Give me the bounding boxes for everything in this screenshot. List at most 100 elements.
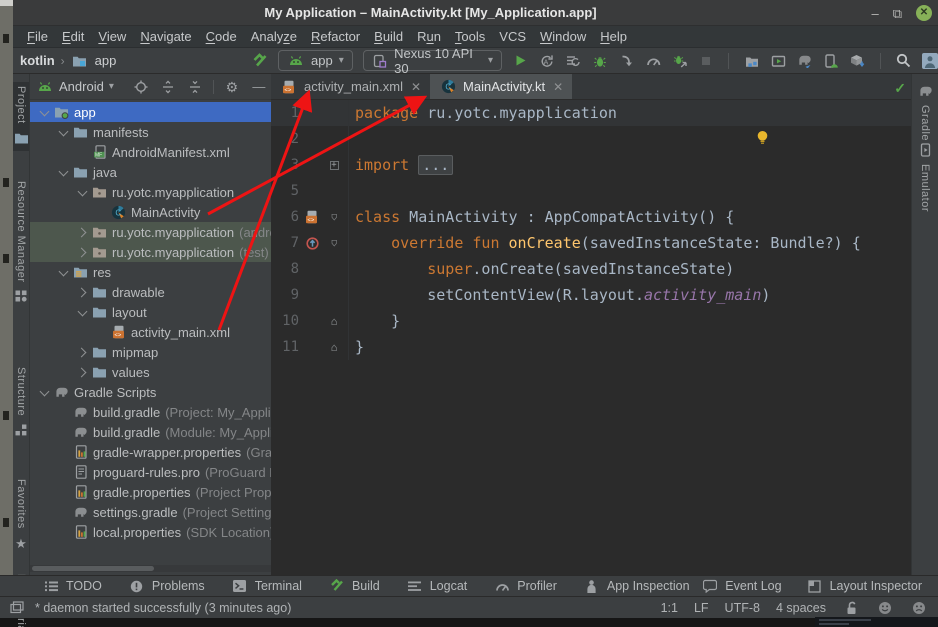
project-horizontal-scrollbar[interactable] — [30, 565, 271, 572]
tree-item[interactable]: ru.yotc.myapplication(test) — [30, 242, 271, 262]
profile-debuggable-button[interactable] — [671, 52, 688, 70]
search-everywhere-button[interactable] — [895, 52, 912, 70]
tool-stripe-emulator[interactable]: Emulator — [912, 141, 938, 212]
tree-item[interactable]: settings.gradle(Project Settings) — [30, 502, 271, 522]
xml-file-gutter-icon[interactable]: <> — [299, 210, 325, 224]
tree-collapse-chevron-icon[interactable] — [76, 186, 89, 199]
tree-item[interactable]: gradle-wrapper.properties(Gradle Version… — [30, 442, 271, 462]
menu-view[interactable]: View — [91, 29, 133, 44]
tree-item[interactable]: build.gradle(Project: My_Application) — [30, 402, 271, 422]
menu-tools[interactable]: Tools — [448, 29, 492, 44]
tree-item[interactable]: gradle.properties(Project Properties) — [30, 482, 271, 502]
editor-gutter[interactable]: 6<>⌂ — [271, 204, 349, 230]
tree-collapse-chevron-icon[interactable] — [38, 386, 51, 399]
device-selector-dropdown[interactable]: Nexus 10 API 30▾ — [363, 50, 502, 71]
line-separator[interactable]: LF — [694, 601, 709, 615]
menu-refactor[interactable]: Refactor — [304, 29, 367, 44]
tree-item[interactable]: drawable — [30, 282, 271, 302]
tree-item[interactable]: CMainActivity — [30, 202, 271, 222]
tool-stripe-resource-manager[interactable]: Resource Manager — [13, 181, 29, 306]
tool-button-build[interactable]: Build — [328, 577, 380, 595]
tree-collapse-chevron-icon[interactable] — [57, 126, 70, 139]
menu-file[interactable]: File — [20, 29, 55, 44]
tree-item[interactable]: values — [30, 362, 271, 382]
editor-tab-MainActivity-kt[interactable]: CMainActivity.kt✕ — [430, 74, 572, 99]
fold-marker[interactable]: ⌂ — [325, 211, 343, 224]
sad-face-icon[interactable] — [910, 599, 928, 617]
editor-gutter[interactable]: 11⌂ — [271, 334, 349, 360]
tree-collapse-chevron-icon[interactable] — [57, 266, 70, 279]
override-method-gutter-icon[interactable] — [299, 237, 325, 250]
tree-collapse-chevron-icon[interactable] — [57, 166, 70, 179]
tree-expand-chevron-icon[interactable] — [76, 246, 89, 259]
happy-face-icon[interactable] — [876, 599, 894, 617]
tool-button-logcat[interactable]: Logcat — [406, 577, 468, 595]
close-button[interactable]: ✕ — [916, 5, 932, 21]
tool-button-event-log[interactable]: Event Log — [701, 577, 781, 595]
running-devices-button[interactable] — [770, 52, 787, 70]
editor-gutter[interactable]: 3+ — [271, 152, 349, 178]
device-manager-button[interactable] — [823, 52, 840, 70]
tree-item[interactable]: local.properties(SDK Location) — [30, 522, 271, 542]
restore-button[interactable]: ⧉ — [893, 7, 902, 20]
editor-gutter[interactable]: 7⌂ — [271, 230, 349, 256]
file-encoding[interactable]: UTF-8 — [725, 601, 760, 615]
apply-changes-restart-activity-button[interactable]: A — [539, 52, 556, 70]
tool-button-problems[interactable]: Problems — [128, 577, 205, 595]
run-button[interactable] — [512, 52, 529, 70]
editor-gutter[interactable]: 5 — [271, 178, 349, 204]
locate-icon[interactable] — [132, 78, 150, 96]
menu-analyze[interactable]: Analyze — [244, 29, 304, 44]
profile-avatar-button[interactable] — [922, 52, 938, 70]
stop-button[interactable] — [698, 52, 715, 70]
tree-expand-chevron-icon[interactable] — [76, 286, 89, 299]
tree-item[interactable]: app — [30, 102, 271, 122]
windows-icon[interactable] — [8, 599, 26, 617]
fold-marker[interactable]: ⌂ — [325, 315, 343, 328]
debug-button[interactable] — [592, 52, 609, 70]
tool-stripe-structure[interactable]: Structure — [13, 367, 29, 439]
tree-collapse-chevron-icon[interactable] — [76, 306, 89, 319]
tool-stripe-project[interactable]: Project — [13, 82, 29, 151]
attach-debugger-button[interactable] — [618, 52, 635, 70]
menu-build[interactable]: Build — [367, 29, 410, 44]
editor-gutter[interactable]: 1 — [271, 100, 349, 126]
editor-gutter[interactable]: 8 — [271, 256, 349, 282]
tool-button-layout-inspector[interactable]: Layout Inspector — [806, 577, 922, 595]
tool-button-terminal[interactable]: Terminal — [231, 577, 302, 595]
minimize-button[interactable]: – — [871, 7, 878, 20]
tool-button-profiler[interactable]: Profiler — [493, 577, 557, 595]
sdk-manager-button[interactable] — [849, 52, 866, 70]
close-tab-icon[interactable]: ✕ — [553, 80, 563, 94]
indent-setting[interactable]: 4 spaces — [776, 601, 826, 615]
tool-stripe-gradle[interactable]: Gradle — [912, 82, 938, 141]
tool-button-todo[interactable]: TODO — [42, 577, 102, 595]
project-view-selector[interactable]: Android ▾ — [36, 78, 114, 96]
lock-open-icon[interactable] — [842, 599, 860, 617]
menu-help[interactable]: Help — [593, 29, 634, 44]
collapse-all-icon[interactable] — [186, 78, 204, 96]
menu-run[interactable]: Run — [410, 29, 448, 44]
editor-gutter[interactable]: 2 — [271, 126, 349, 152]
caret-position[interactable]: 1:1 — [661, 601, 678, 615]
tree-item[interactable]: java — [30, 162, 271, 182]
editor-tab-activity_main-xml[interactable]: <>activity_main.xml✕ — [271, 74, 430, 99]
sync-gradle-button[interactable] — [796, 52, 813, 70]
menu-edit[interactable]: Edit — [55, 29, 91, 44]
fold-marker[interactable]: ⌂ — [325, 341, 343, 354]
tree-item[interactable]: res — [30, 262, 271, 282]
hide-icon[interactable]: — — [250, 78, 268, 96]
profile-button[interactable] — [645, 52, 662, 70]
breadcrumb-module[interactable]: kotlin — [20, 53, 55, 68]
tool-stripe-favorites[interactable]: Favorites★ — [13, 479, 29, 552]
tree-item[interactable]: <>activity_main.xml — [30, 322, 271, 342]
expand-all-icon[interactable] — [159, 78, 177, 96]
tree-item[interactable]: ru.yotc.myapplication(androidTest) — [30, 222, 271, 242]
tree-expand-chevron-icon[interactable] — [76, 226, 89, 239]
tree-item[interactable]: mipmap — [30, 342, 271, 362]
tree-expand-chevron-icon[interactable] — [76, 346, 89, 359]
tree-item[interactable]: proguard-rules.pro(ProGuard Rules for "a… — [30, 462, 271, 482]
build-project-icon[interactable] — [252, 52, 269, 70]
settings-icon[interactable]: ⚙ — [223, 78, 241, 96]
tree-collapse-chevron-icon[interactable] — [38, 106, 51, 119]
